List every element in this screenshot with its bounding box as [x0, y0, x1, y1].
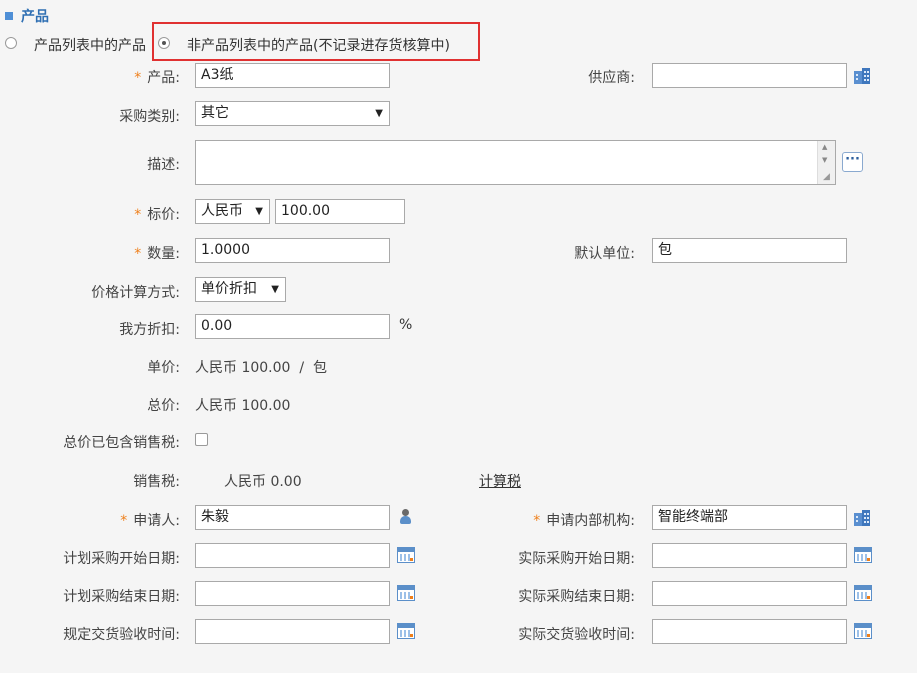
default-unit-label: 默认单位: — [574, 246, 635, 262]
pricing-method-select[interactable]: 单价折扣 ▼ — [195, 277, 286, 302]
plan-end-label: 计划采购结束日期: — [63, 589, 180, 605]
unit-price-value: 人民币 100.00 / 包 — [195, 360, 327, 376]
category-label: 采购类别: — [119, 109, 180, 125]
department-label-wrap: * 申请内部机构: — [533, 510, 635, 530]
department-label: 申请内部机构: — [546, 513, 635, 529]
total-price-label: 总价: — [147, 398, 180, 414]
section-square-icon — [5, 12, 13, 20]
total-price-value: 人民币 100.00 — [195, 398, 291, 414]
quantity-label: 数量: — [147, 246, 180, 262]
ellipsis-icon[interactable]: ··· — [842, 152, 863, 172]
required-mark: * — [134, 70, 142, 86]
planned-delivery-input[interactable] — [195, 619, 390, 644]
pricing-method-label: 价格计算方式: — [91, 285, 180, 301]
supplier-label: 供应商: — [588, 70, 635, 86]
person-icon[interactable] — [399, 509, 411, 525]
textarea-scrollbar[interactable]: ▲ ▼ ◢ — [817, 141, 835, 184]
resize-grip-icon[interactable]: ◢ — [823, 172, 830, 182]
required-mark: * — [120, 513, 128, 529]
product-label: 产品: — [147, 70, 180, 86]
quantity-label-wrap: * 数量: — [134, 243, 180, 263]
applicant-label-wrap: * 申请人: — [120, 510, 180, 530]
currency-value: 人民币 — [201, 203, 243, 219]
product-input[interactable]: A3纸 — [195, 63, 390, 88]
pricing-method-value: 单价折扣 — [201, 281, 257, 297]
plan-start-input[interactable] — [195, 543, 390, 568]
actual-delivery-input[interactable] — [652, 619, 847, 644]
calendar-icon[interactable] — [854, 623, 872, 639]
applicant-input[interactable]: 朱毅 — [195, 505, 390, 530]
calculate-tax-link[interactable]: 计算税 — [479, 471, 521, 491]
sales-tax-value: 人民币 0.00 — [224, 474, 302, 490]
required-mark: * — [134, 207, 142, 223]
price-label: 标价: — [147, 207, 180, 223]
required-mark: * — [134, 246, 142, 262]
tax-included-label: 总价已包含销售税: — [63, 435, 180, 451]
applicant-label: 申请人: — [133, 513, 180, 529]
planned-delivery-label: 规定交货验收时间: — [63, 627, 180, 643]
calendar-icon[interactable] — [854, 585, 872, 601]
calendar-icon[interactable] — [397, 585, 415, 601]
discount-input[interactable]: 0.00 — [195, 314, 390, 339]
category-value: 其它 — [201, 105, 229, 121]
discount-label: 我方折扣: — [119, 322, 180, 338]
required-mark: * — [533, 513, 541, 529]
plan-end-input[interactable] — [195, 581, 390, 606]
dropdown-arrow-icon: ▼ — [255, 206, 263, 217]
highlight-box — [152, 22, 480, 61]
building-icon[interactable] — [853, 67, 871, 85]
actual-start-label: 实际采购开始日期: — [518, 551, 635, 567]
description-textarea[interactable]: ▲ ▼ ◢ — [195, 140, 836, 185]
product-label-wrap: * 产品: — [134, 67, 180, 87]
price-input[interactable]: 100.00 — [275, 199, 405, 224]
calendar-icon[interactable] — [397, 623, 415, 639]
actual-start-input[interactable] — [652, 543, 847, 568]
building-icon[interactable] — [853, 509, 871, 527]
currency-select[interactable]: 人民币 ▼ — [195, 199, 270, 224]
actual-end-label: 实际采购结束日期: — [518, 589, 635, 605]
sales-tax-label: 销售税: — [133, 474, 180, 490]
actual-delivery-label: 实际交货验收时间: — [518, 627, 635, 643]
dropdown-arrow-icon: ▼ — [375, 108, 383, 119]
scroll-up-icon[interactable]: ▲ — [822, 143, 827, 151]
department-input[interactable]: 智能终端部 — [652, 505, 847, 530]
unit-price-label: 单价: — [147, 360, 180, 376]
radio-product-in-list-label[interactable]: 产品列表中的产品 — [34, 35, 146, 55]
price-label-wrap: * 标价: — [134, 204, 180, 224]
radio-product-in-list[interactable] — [5, 37, 17, 49]
section-title: 产品 — [21, 9, 49, 25]
supplier-input[interactable] — [652, 63, 847, 88]
actual-end-input[interactable] — [652, 581, 847, 606]
calendar-icon[interactable] — [854, 547, 872, 563]
category-select[interactable]: 其它 ▼ — [195, 101, 390, 126]
default-unit-input[interactable]: 包 — [652, 238, 847, 263]
dropdown-arrow-icon: ▼ — [271, 284, 279, 295]
quantity-input[interactable]: 1.0000 — [195, 238, 390, 263]
scroll-down-icon[interactable]: ▼ — [822, 156, 827, 164]
description-label: 描述: — [147, 157, 180, 173]
percent-sign: % — [399, 317, 413, 333]
calendar-icon[interactable] — [397, 547, 415, 563]
plan-start-label: 计划采购开始日期: — [63, 551, 180, 567]
tax-included-checkbox[interactable] — [195, 433, 208, 446]
